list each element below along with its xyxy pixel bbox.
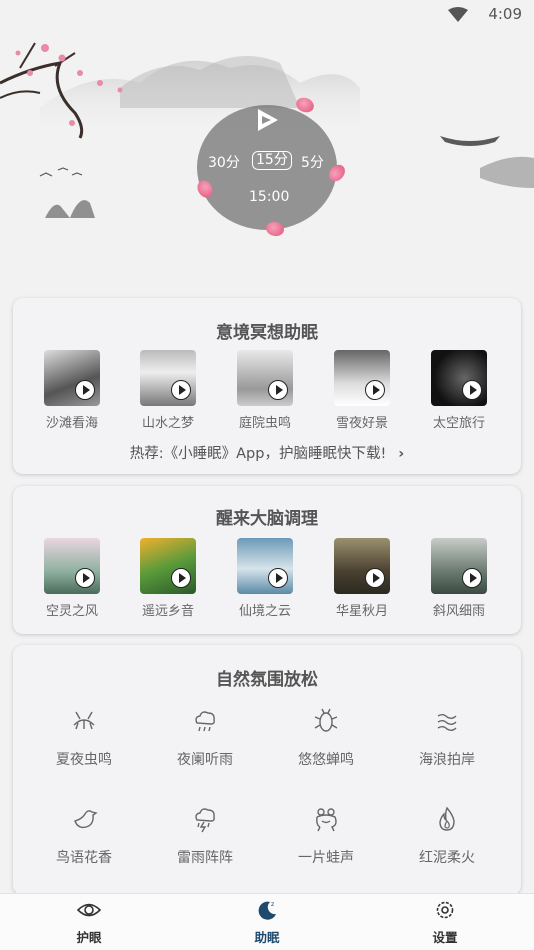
track-thumbnail bbox=[44, 350, 100, 406]
promo-link[interactable]: 热荐:《小睡眠》App，护脑睡眠快下载! › bbox=[13, 442, 521, 463]
section-title: 自然氛围放松 bbox=[216, 670, 318, 690]
sound-label: 雷雨阵阵 bbox=[177, 850, 233, 866]
track-space[interactable]: 太空旅行 bbox=[417, 350, 501, 431]
frog-icon bbox=[316, 808, 337, 832]
status-bar: 4:09 bbox=[0, 0, 534, 28]
sleep-timer-player: 30分 15分 5分 15:00 bbox=[197, 105, 337, 230]
track-label: 斜风细雨 bbox=[432, 604, 485, 619]
gear-icon bbox=[436, 901, 454, 919]
sound-label: 海浪拍岸 bbox=[419, 752, 475, 768]
play-icon bbox=[171, 380, 191, 400]
sound-frogs[interactable]: 一片蛙声 bbox=[276, 805, 376, 867]
track-thumbnail bbox=[431, 350, 487, 406]
cricket-icon bbox=[73, 711, 95, 730]
sound-night-rain[interactable]: 夜阑听雨 bbox=[155, 707, 255, 769]
tab-settings[interactable]: 设置 bbox=[405, 899, 485, 946]
play-icon bbox=[75, 380, 95, 400]
sound-cicadas[interactable]: 悠悠蝉鸣 bbox=[276, 707, 376, 769]
play-icon bbox=[462, 380, 482, 400]
track-label: 华星秋月 bbox=[335, 604, 388, 619]
chevron-right-icon: › bbox=[398, 446, 405, 462]
track-label: 仙境之云 bbox=[238, 604, 291, 619]
moon-icon: z bbox=[258, 901, 276, 920]
bird-icon bbox=[74, 810, 98, 829]
waves-icon bbox=[437, 714, 457, 731]
eye-icon bbox=[76, 903, 102, 917]
promo-text: 热荐:《小睡眠》App，护脑睡眠快下载! bbox=[129, 446, 387, 462]
section-title: 醒来大脑调理 bbox=[216, 509, 318, 529]
track-label: 沙滩看海 bbox=[45, 416, 98, 431]
track-landscape[interactable]: 山水之梦 bbox=[126, 350, 210, 431]
track-thumbnail bbox=[44, 538, 100, 594]
rain-cloud-icon bbox=[195, 711, 215, 732]
nature-section: 自然氛围放松 夏夜虫鸣 夜阑听雨 悠悠蝉鸣 海浪拍岸 鸟语花香 雷雨阵阵 一片蛙… bbox=[13, 645, 521, 895]
play-icon bbox=[365, 568, 385, 588]
bottom-tab-bar: 护眼 z 助眠 设置 bbox=[0, 893, 534, 950]
sound-fire[interactable]: 红泥柔火 bbox=[397, 805, 497, 867]
tab-label: 助眠 bbox=[254, 930, 280, 945]
sound-summer-insects[interactable]: 夏夜虫鸣 bbox=[34, 707, 134, 769]
track-snow-night[interactable]: 雪夜好景 bbox=[320, 350, 404, 431]
track-thumbnail bbox=[140, 350, 196, 406]
wifi-icon bbox=[448, 7, 468, 22]
status-time: 4:09 bbox=[488, 5, 522, 23]
track-fairyland-clouds[interactable]: 仙境之云 bbox=[223, 538, 307, 619]
track-ethereal-wind[interactable]: 空灵之风 bbox=[30, 538, 114, 619]
play-icon[interactable] bbox=[252, 105, 282, 135]
duration-5-option[interactable]: 5分 bbox=[301, 152, 324, 172]
play-icon bbox=[268, 380, 288, 400]
track-thumbnail bbox=[237, 538, 293, 594]
play-icon bbox=[171, 568, 191, 588]
track-label: 太空旅行 bbox=[432, 416, 485, 431]
play-icon bbox=[75, 568, 95, 588]
track-drizzle[interactable]: 斜风细雨 bbox=[417, 538, 501, 619]
sound-label: 夏夜虫鸣 bbox=[56, 752, 112, 768]
play-icon bbox=[268, 568, 288, 588]
wake-section: 醒来大脑调理 空灵之风 遥远乡音 仙境之云 华星秋月 斜风细雨 bbox=[13, 486, 521, 634]
duration-30-option[interactable]: 30分 bbox=[208, 152, 240, 172]
sound-waves[interactable]: 海浪拍岸 bbox=[397, 707, 497, 769]
track-thumbnail bbox=[334, 350, 390, 406]
remaining-time: 15:00 bbox=[249, 189, 290, 205]
track-distant-home[interactable]: 遥远乡音 bbox=[126, 538, 210, 619]
track-thumbnail bbox=[431, 538, 487, 594]
track-thumbnail bbox=[140, 538, 196, 594]
sound-label: 夜阑听雨 bbox=[177, 752, 233, 768]
meditation-section: 意境冥想助眠 沙滩看海 山水之梦 庭院虫鸣 雪夜好景 太空旅行 热荐:《小睡眠》… bbox=[13, 298, 521, 474]
sound-birds-flowers[interactable]: 鸟语花香 bbox=[34, 805, 134, 867]
svg-text:z: z bbox=[271, 901, 274, 908]
thunderstorm-icon bbox=[195, 808, 215, 833]
tab-label: 护眼 bbox=[76, 930, 102, 945]
duration-15-option[interactable]: 15分 bbox=[252, 151, 292, 170]
track-label: 雪夜好景 bbox=[335, 416, 388, 431]
fire-icon bbox=[439, 806, 455, 831]
tab-sleep-aid[interactable]: z 助眠 bbox=[227, 899, 307, 946]
track-label: 遥远乡音 bbox=[141, 604, 194, 619]
sound-label: 悠悠蝉鸣 bbox=[298, 752, 354, 768]
track-label: 空灵之风 bbox=[45, 604, 98, 619]
sound-label: 红泥柔火 bbox=[419, 850, 475, 866]
tab-eye-care[interactable]: 护眼 bbox=[49, 899, 129, 946]
track-thumbnail bbox=[237, 350, 293, 406]
sound-label: 一片蛙声 bbox=[298, 850, 354, 866]
track-beach[interactable]: 沙滩看海 bbox=[30, 350, 114, 431]
track-label: 庭院虫鸣 bbox=[238, 416, 291, 431]
track-courtyard[interactable]: 庭院虫鸣 bbox=[223, 350, 307, 431]
track-label: 山水之梦 bbox=[141, 416, 194, 431]
tab-label: 设置 bbox=[432, 930, 458, 945]
play-icon bbox=[462, 568, 482, 588]
play-icon bbox=[365, 380, 385, 400]
section-title: 意境冥想助眠 bbox=[216, 323, 318, 343]
track-thumbnail bbox=[334, 538, 390, 594]
sound-thunderstorm[interactable]: 雷雨阵阵 bbox=[155, 805, 255, 867]
track-autumn-moon[interactable]: 华星秋月 bbox=[320, 538, 404, 619]
cicada-icon bbox=[314, 708, 338, 732]
sound-label: 鸟语花香 bbox=[56, 850, 112, 866]
